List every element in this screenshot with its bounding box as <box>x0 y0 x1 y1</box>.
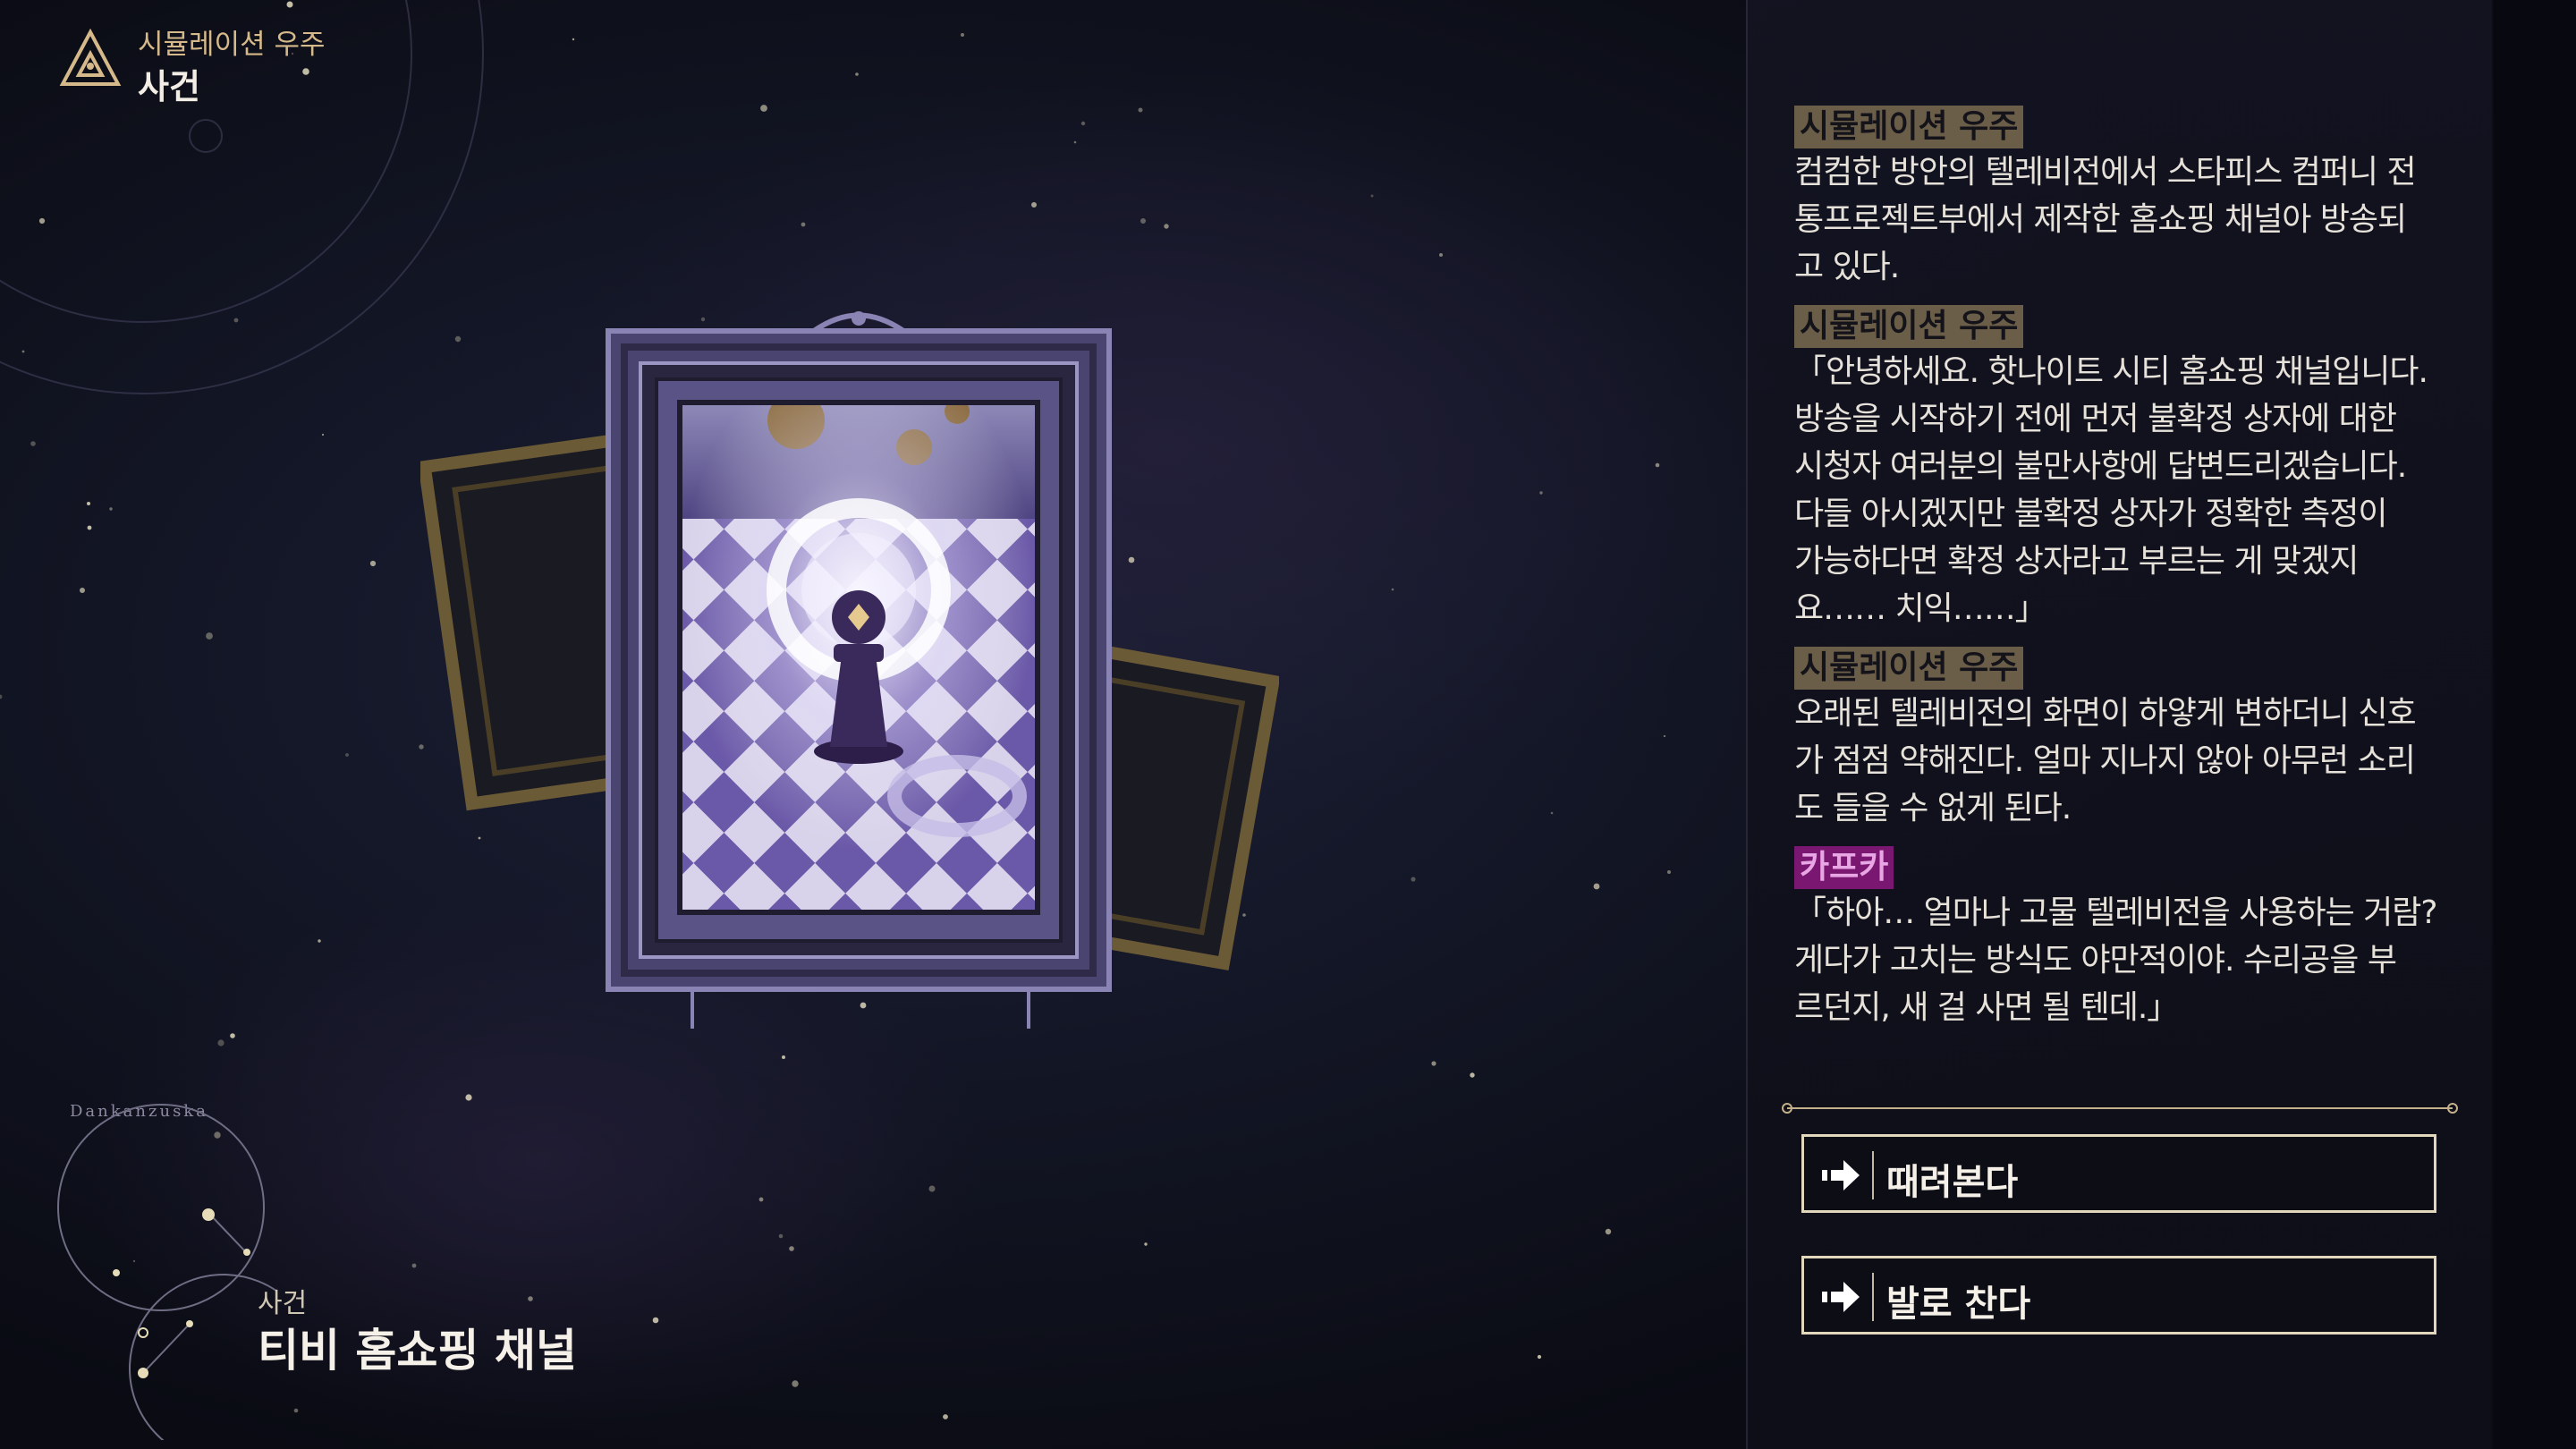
dialogue-line: 방송을 시작하기 전에 먼저 불확정 상자에 대한 <box>1794 401 2397 437</box>
dialogue-line: 가능하다면 확정 상자라고 부르는 게 맞겠지 <box>1794 543 2359 580</box>
option-button-hit[interactable]: 때려본다 <box>1801 1134 2436 1213</box>
event-title: 티비 홈쇼핑 채널 <box>258 1325 577 1377</box>
speaker-tag: 시뮬레이션 우주 <box>1794 647 2024 690</box>
dialogue-entry: 시뮬레이션 우주 오래된 텔레비전의 화면이 하얗게 변하더니 신호 가 점점 … <box>1794 647 2456 832</box>
dialogue-line: 요…… 치익……」 <box>1794 590 2047 627</box>
dialogue-line: 「안녕하세요. 핫나이트 시티 홈쇼핑 채널입니다. <box>1794 353 2428 390</box>
option-label: 때려본다 <box>1886 1162 2019 1203</box>
speaker-tag: 시뮬레이션 우주 <box>1794 106 2024 148</box>
dialogue-line: 고 있다. <box>1794 249 1900 285</box>
dialogue-line: 오래된 텔레비전의 화면이 하얗게 변하더니 신호 <box>1794 695 2417 732</box>
dialogue-line: 「하아… 얼마나 고물 텔레비전을 사용하는 거람? <box>1794 894 2437 931</box>
dialogue-line: 시청자 여러분의 불만사항에 답변드리겠습니다. <box>1794 448 2407 485</box>
arrow-right-icon <box>1822 1160 1860 1191</box>
simulated-universe-logo-icon <box>59 29 122 86</box>
speaker-tag: 시뮬레이션 우주 <box>1794 305 2024 348</box>
dialogue-log[interactable]: 시뮬레이션 우주 컴컴한 방안의 텔레비전에서 스타피스 컴퍼니 전 통프로젝트… <box>1794 106 2456 1046</box>
dialogue-line: 컴컴한 방안의 텔레비전에서 스타피스 컴퍼니 전 <box>1794 154 2417 191</box>
header-subtitle: 시뮬레이션 우주 <box>138 29 326 61</box>
arrow-right-icon <box>1822 1282 1860 1312</box>
dialogue-entry: 시뮬레이션 우주 「안녕하세요. 핫나이트 시티 홈쇼핑 채널입니다. 방송을 … <box>1794 305 2456 632</box>
header-title: 사건 <box>138 67 200 106</box>
option-separator <box>1872 1273 1874 1321</box>
dialogue-entry: 카프카 「하아… 얼마나 고물 텔레비전을 사용하는 거람? 게다가 고치는 방… <box>1794 846 2456 1031</box>
constellation-icon <box>57 1104 277 1440</box>
dialogue-line: 르던지, 새 걸 사면 될 텐데.」 <box>1794 989 2179 1026</box>
dialogue-line: 게다가 고치는 방식도 야만적이야. 수리공을 부 <box>1794 942 2397 979</box>
dialogue-entry: 시뮬레이션 우주 컴컴한 방안의 텔레비전에서 스타피스 컴퍼니 전 통프로젝트… <box>1794 106 2456 291</box>
event-artwork <box>420 311 1279 1029</box>
dialogue-line: 다들 아시겠지만 불확정 상자가 정확한 측정이 <box>1794 496 2388 532</box>
option-label: 발로 찬다 <box>1886 1284 2031 1325</box>
option-separator <box>1872 1151 1874 1199</box>
panel-edge <box>2492 0 2576 1449</box>
dialogue-line: 가 점점 약해진다. 얼마 지나지 않아 아무런 소리 <box>1794 742 2416 779</box>
dialogue-line: 통프로젝트부에서 제작한 홈쇼핑 채널아 방송되 <box>1794 201 2407 238</box>
options-divider <box>1782 1103 2458 1114</box>
speaker-tag: 카프카 <box>1794 846 1894 889</box>
dialogue-line: 도 들을 수 없게 된다. <box>1794 790 2072 826</box>
option-button-kick[interactable]: 발로 찬다 <box>1801 1256 2436 1335</box>
